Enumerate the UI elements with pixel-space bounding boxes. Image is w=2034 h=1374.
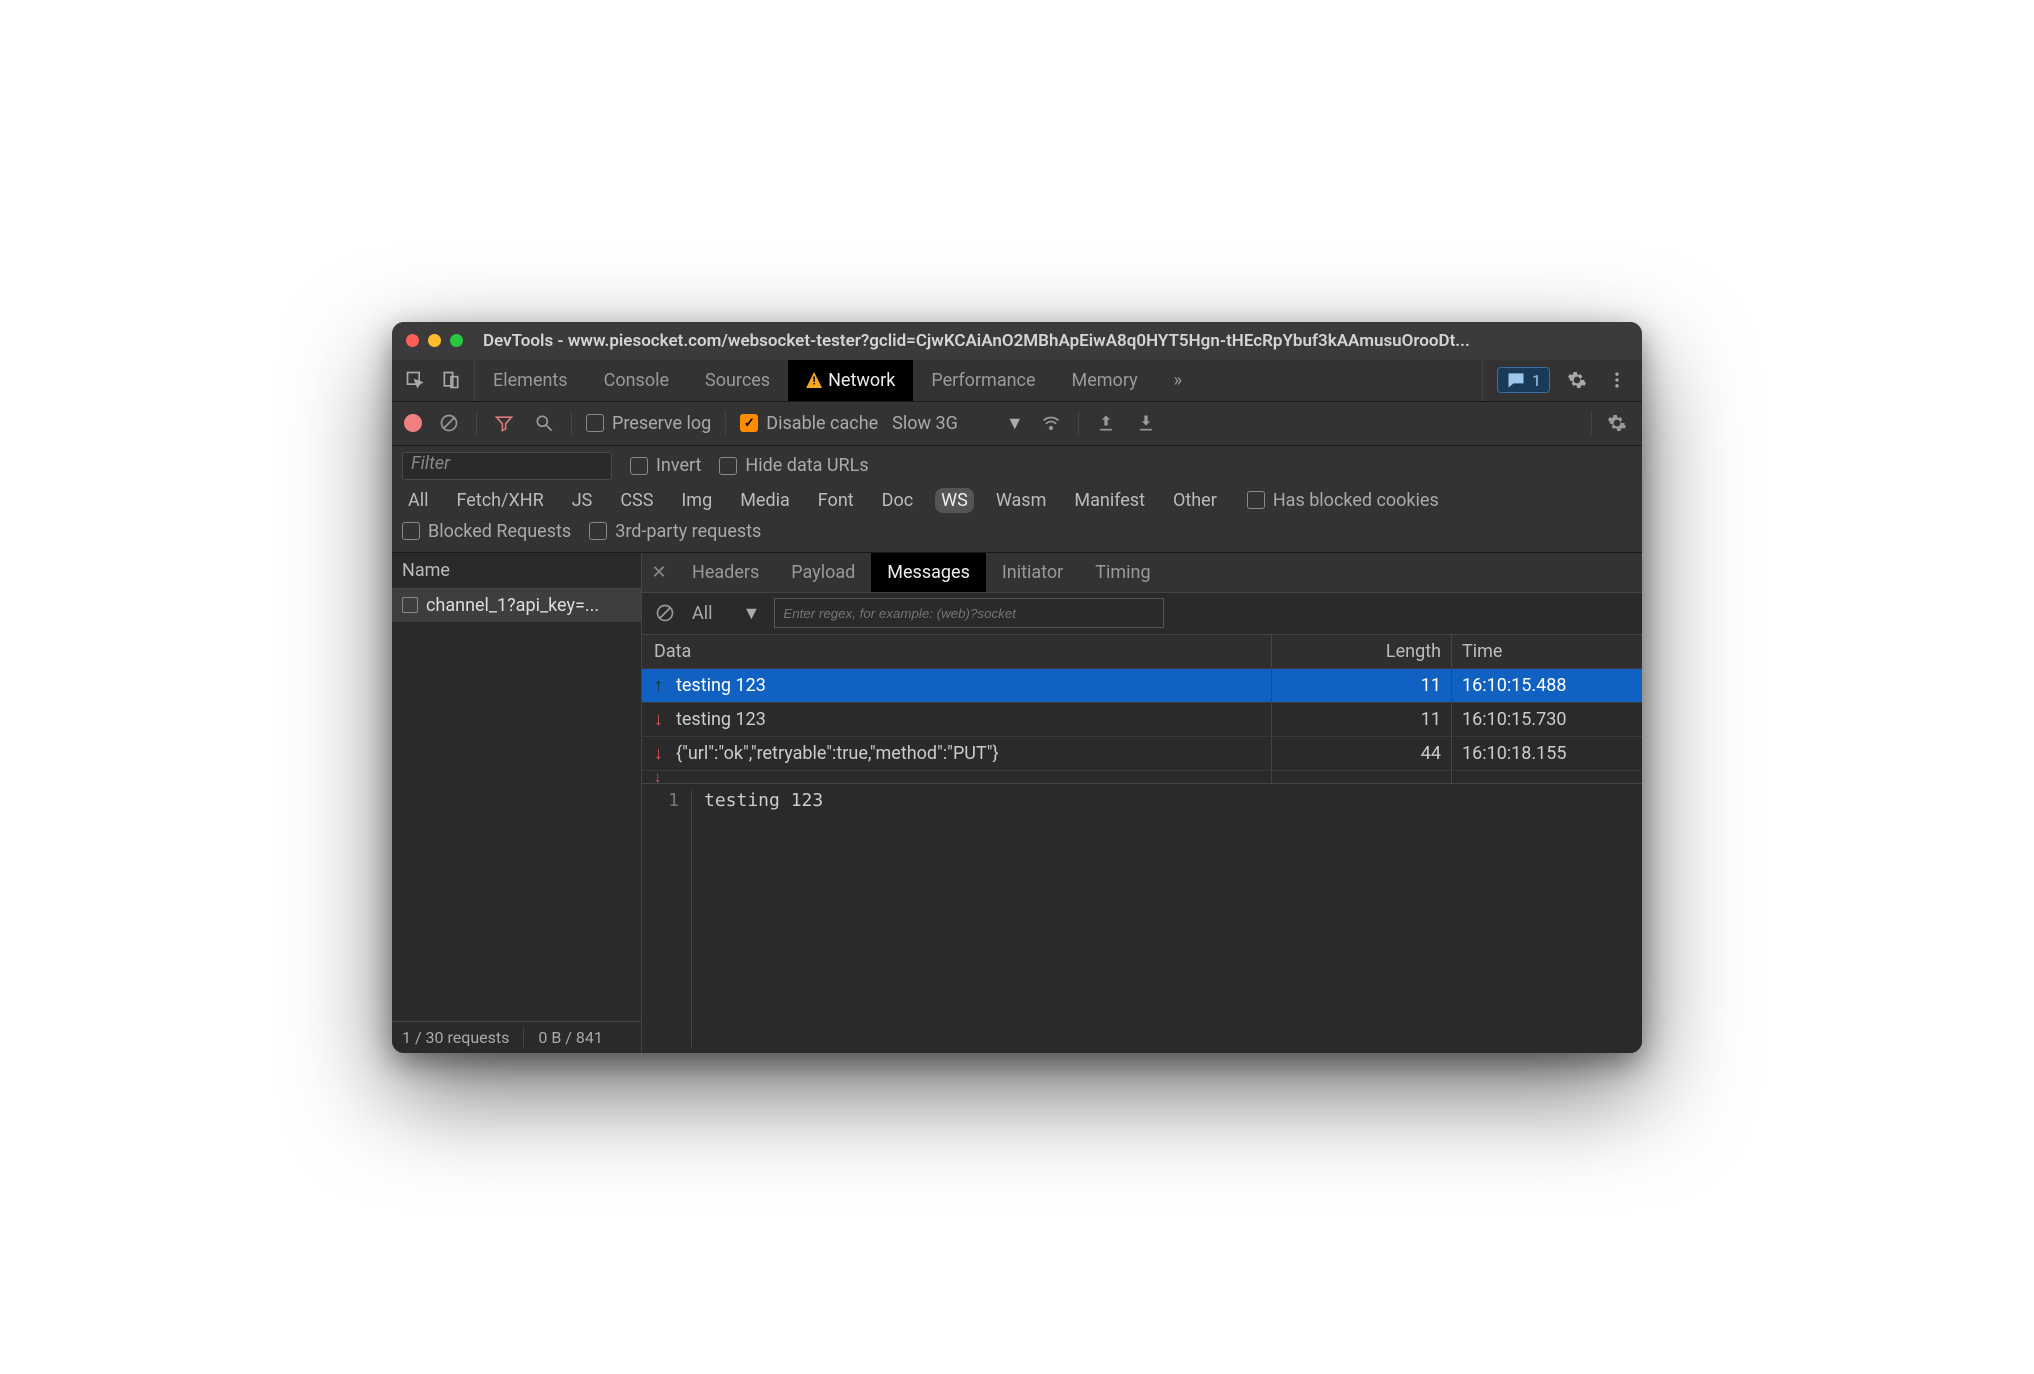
disable-cache-checkbox[interactable]: ✓Disable cache (740, 413, 878, 434)
filter-type-other[interactable]: Other (1167, 488, 1223, 513)
network-toolbar: Preserve log ✓Disable cache Slow 3G ▼ (392, 402, 1642, 446)
request-name: channel_1?api_key=... (426, 595, 599, 616)
filter-type-ws[interactable]: WS (935, 488, 974, 513)
devtools-window: DevTools - www.piesocket.com/websocket-t… (392, 322, 1642, 1053)
col-length[interactable]: Length (1272, 635, 1452, 668)
settings-gear-icon[interactable] (1604, 410, 1630, 436)
tab-sources[interactable]: Sources (687, 360, 788, 401)
tab-overflow[interactable]: » (1156, 360, 1200, 401)
window-title: DevTools - www.piesocket.com/websocket-t… (483, 331, 1628, 351)
device-toolbar-icon[interactable] (438, 367, 464, 393)
search-icon[interactable] (531, 410, 557, 436)
record-button[interactable] (404, 414, 422, 432)
request-list-panel: Name channel_1?api_key=... 1 / 30 reques… (392, 553, 642, 1053)
request-row[interactable]: channel_1?api_key=... (392, 589, 641, 622)
message-preview: 1 testing 123 (642, 784, 1642, 1053)
status-bytes: 0 B / 841 (523, 1028, 602, 1047)
arrow-down-icon: ↓ (654, 709, 668, 730)
content-area: Name channel_1?api_key=... 1 / 30 reques… (392, 553, 1642, 1053)
hide-data-urls-checkbox[interactable]: Hide data URLs (719, 455, 868, 476)
message-row[interactable]: ↓testing 123 11 16:10:15.730 (642, 703, 1642, 737)
settings-icon[interactable] (1564, 367, 1590, 393)
tab-elements[interactable]: Elements (475, 360, 586, 401)
preserve-log-checkbox[interactable]: Preserve log (586, 413, 711, 434)
maximize-window-button[interactable] (450, 334, 463, 347)
filter-input[interactable]: Filter (402, 452, 612, 480)
tab-headers[interactable]: Headers (676, 553, 775, 592)
messages-table-header: Data Length Time (642, 635, 1642, 669)
main-tabrow: Elements Console Sources Network Perform… (392, 360, 1642, 402)
clear-messages-icon[interactable] (652, 600, 678, 626)
clear-icon[interactable] (436, 410, 462, 436)
blocked-requests-checkbox[interactable]: Blocked Requests (402, 521, 571, 542)
col-data[interactable]: Data (642, 635, 1272, 668)
filter-type-wasm[interactable]: Wasm (990, 488, 1053, 513)
close-window-button[interactable] (406, 334, 419, 347)
messages-toolbar: All▼ (642, 593, 1642, 635)
message-row-partial[interactable]: ↓ (642, 771, 1642, 783)
titlebar: DevTools - www.piesocket.com/websocket-t… (392, 322, 1642, 360)
message-row[interactable]: ↓{"url":"ok","retryable":true,"method":"… (642, 737, 1642, 771)
messages-table: Data Length Time ↑testing 123 11 16:10:1… (642, 635, 1642, 784)
arrow-down-icon: ↓ (654, 771, 668, 783)
tab-performance[interactable]: Performance (913, 360, 1053, 401)
tab-console[interactable]: Console (586, 360, 687, 401)
tab-initiator[interactable]: Initiator (986, 553, 1079, 592)
network-conditions-icon[interactable] (1038, 410, 1064, 436)
filter-type-doc[interactable]: Doc (876, 488, 920, 513)
resource-type-filters: All Fetch/XHR JS CSS Img Media Font Doc … (402, 488, 1632, 513)
more-menu-icon[interactable] (1604, 367, 1630, 393)
invert-checkbox[interactable]: Invert (630, 455, 701, 476)
has-blocked-cookies-checkbox[interactable]: Has blocked cookies (1247, 490, 1439, 511)
regex-filter-input[interactable] (774, 598, 1164, 628)
issues-badge[interactable]: 1 (1497, 367, 1550, 393)
filter-type-font[interactable]: Font (812, 488, 860, 513)
minimize-window-button[interactable] (428, 334, 441, 347)
warning-icon (806, 372, 822, 388)
tab-messages[interactable]: Messages (871, 553, 986, 592)
status-bar: 1 / 30 requests 0 B / 841 (392, 1021, 641, 1053)
preview-text[interactable]: testing 123 (704, 790, 823, 1047)
arrow-down-icon: ↓ (654, 743, 668, 764)
message-type-dropdown[interactable]: All▼ (692, 603, 760, 624)
line-number: 1 (652, 790, 692, 1047)
filter-type-img[interactable]: Img (675, 488, 718, 513)
detail-panel: ✕ Headers Payload Messages Initiator Tim… (642, 553, 1642, 1053)
name-column-header[interactable]: Name (392, 553, 641, 589)
arrow-up-icon: ↑ (654, 675, 668, 696)
filter-icon[interactable] (491, 410, 517, 436)
request-icon (402, 597, 418, 613)
filter-type-js[interactable]: JS (566, 488, 599, 513)
filter-bar: Filter Invert Hide data URLs All Fetch/X… (392, 446, 1642, 553)
filter-type-fetch[interactable]: Fetch/XHR (451, 488, 550, 513)
col-time[interactable]: Time (1452, 635, 1642, 668)
throttling-select[interactable]: Slow 3G ▼ (892, 413, 1024, 434)
tab-memory[interactable]: Memory (1054, 360, 1156, 401)
filter-type-media[interactable]: Media (734, 488, 796, 513)
tab-network[interactable]: Network (788, 360, 913, 401)
message-row[interactable]: ↑testing 123 11 16:10:15.488 (642, 669, 1642, 703)
chat-icon (1506, 370, 1526, 390)
filter-type-css[interactable]: CSS (614, 488, 659, 513)
status-requests: 1 / 30 requests (402, 1028, 509, 1047)
filter-type-all[interactable]: All (402, 488, 435, 513)
third-party-checkbox[interactable]: 3rd-party requests (589, 521, 761, 542)
tab-payload[interactable]: Payload (775, 553, 871, 592)
inspect-element-icon[interactable] (402, 367, 428, 393)
filter-type-manifest[interactable]: Manifest (1068, 488, 1151, 513)
download-icon[interactable] (1133, 410, 1159, 436)
close-icon[interactable]: ✕ (642, 553, 676, 592)
tab-timing[interactable]: Timing (1079, 553, 1166, 592)
upload-icon[interactable] (1093, 410, 1119, 436)
traffic-lights (406, 334, 463, 347)
detail-tabs: ✕ Headers Payload Messages Initiator Tim… (642, 553, 1642, 593)
